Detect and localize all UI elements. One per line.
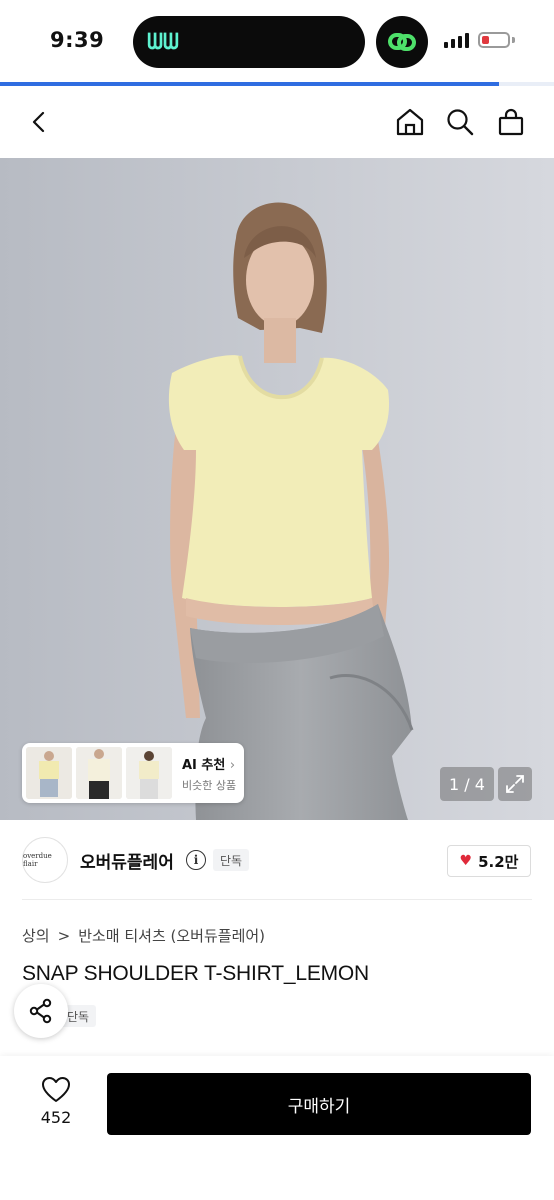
status-time: 9:39	[50, 28, 105, 52]
info-icon[interactable]: i	[186, 850, 206, 870]
product-photo	[0, 158, 554, 820]
battery-icon	[478, 32, 510, 48]
bottom-action-bar: 452 구매하기	[0, 1056, 554, 1200]
brand-row: overdue flair 오버듀플레어 i 단독 ♥ 5.2만	[0, 820, 554, 900]
breadcrumb-subcategory[interactable]: 반소매 티셔츠 (오버듀플레어)	[78, 925, 265, 946]
ai-thumb-1	[26, 747, 72, 799]
search-button[interactable]	[440, 102, 480, 142]
ai-thumb-3	[126, 747, 172, 799]
home-button[interactable]	[390, 102, 430, 142]
chevron-right-icon: ›	[229, 757, 236, 773]
link-app-icon	[376, 16, 428, 68]
status-bar: 9:39 ᗯᗯ	[0, 0, 554, 86]
nav-bar	[0, 86, 554, 158]
breadcrumb-separator: >	[57, 926, 71, 945]
brand-name[interactable]: 오버듀플레어	[80, 848, 174, 873]
share-icon	[29, 998, 52, 1024]
cart-button[interactable]	[491, 102, 531, 142]
ai-thumb-2	[76, 747, 122, 799]
breadcrumb: 상의 > 반소매 티셔츠 (오버듀플레어)	[22, 925, 265, 946]
heart-filled-icon: ♥	[459, 853, 473, 869]
breadcrumb-category[interactable]: 상의	[22, 925, 50, 946]
image-counter: 1 / 4	[440, 767, 494, 801]
back-button[interactable]	[20, 102, 60, 142]
brand-like-count: 5.2만	[478, 852, 519, 871]
dynamic-island: ᗯᗯ	[133, 16, 365, 68]
buy-button[interactable]: 구매하기	[107, 1073, 531, 1135]
home-icon	[396, 108, 424, 136]
search-icon	[447, 109, 474, 136]
ai-recommend-title: AI 추천	[182, 757, 226, 773]
product-title: SNAP SHOULDER T-SHIRT_LEMON	[22, 962, 370, 985]
island-app-icon: ᗯᗯ	[147, 29, 179, 55]
brand-logo[interactable]: overdue flair	[22, 837, 68, 883]
favorite-count: 452	[40, 1108, 72, 1127]
divider	[22, 899, 532, 900]
expand-button[interactable]	[498, 767, 532, 801]
signal-icon	[444, 32, 469, 48]
favorite-button[interactable]: 452	[26, 1076, 86, 1136]
exclusive-badge: 단독	[213, 849, 250, 871]
ai-recommend-subtitle: 비슷한 상품	[182, 778, 237, 792]
expand-icon	[506, 775, 524, 793]
product-image-carousel[interactable]: AI 추천 › 비슷한 상품 1 / 4	[0, 158, 554, 820]
shopping-bag-icon	[498, 108, 524, 136]
chevron-left-icon	[32, 111, 45, 133]
brand-like-button[interactable]: ♥ 5.2만	[447, 845, 531, 877]
share-button[interactable]	[14, 984, 68, 1038]
ai-recommend-card[interactable]: AI 추천 › 비슷한 상품	[22, 743, 244, 803]
heart-outline-icon	[42, 1077, 70, 1102]
